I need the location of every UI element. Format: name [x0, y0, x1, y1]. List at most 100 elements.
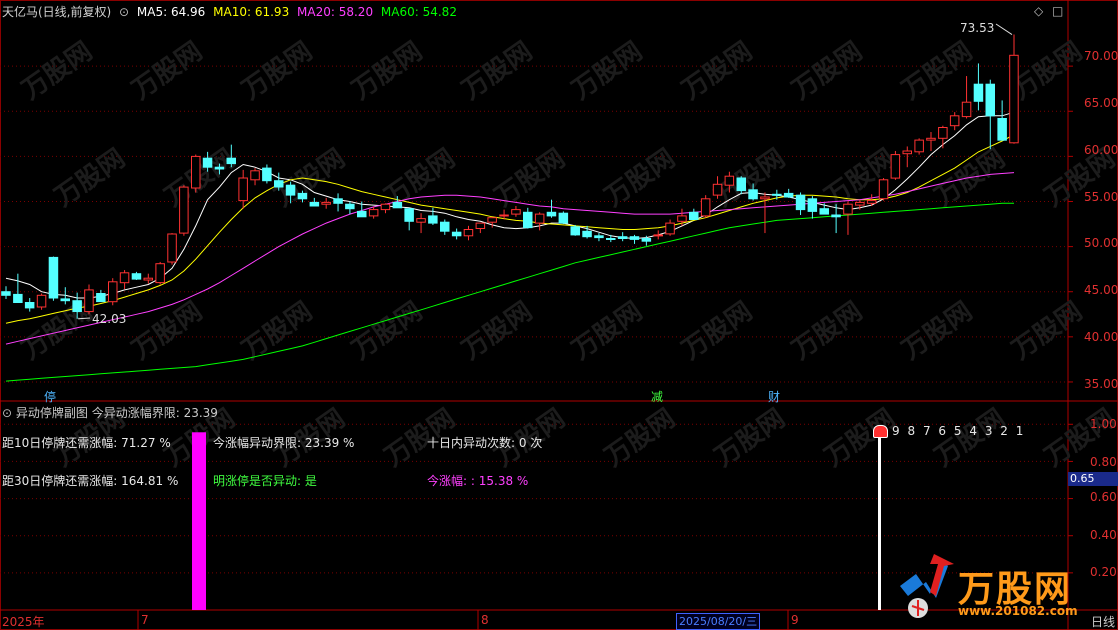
watermark-text: 万股网: [50, 143, 131, 212]
high-price-label: 73.53: [960, 21, 995, 35]
candle-body: [84, 289, 94, 313]
countdown-num: 6: [938, 424, 949, 438]
candle-body: [558, 212, 569, 224]
candle-body: [321, 201, 331, 205]
watermark-text: 万股网: [1007, 296, 1088, 365]
diamond-icon[interactable]: ◇: [1034, 4, 1043, 18]
candle-body: [250, 170, 260, 181]
candle-body: [72, 300, 82, 313]
watermark-text: 万股网: [677, 296, 758, 365]
kline-chart-canvas[interactable]: 万股网 万股网 万股网 万股网 万股网 万股网 万股网 万股网 万股网 万股网万股网 万股网 万股网万…: [0, 0, 1118, 630]
candle-body: [689, 211, 699, 221]
candle-body: [534, 213, 545, 224]
price-tick: 45.00: [1084, 283, 1118, 297]
countdown-num: 9: [892, 424, 902, 438]
watermark-text: 万股网: [787, 36, 868, 105]
stock-title[interactable]: 天亿马(日线,前复权): [2, 5, 111, 19]
candle-body: [772, 193, 782, 196]
square-icon[interactable]: □: [1052, 4, 1063, 18]
watermark-text: 万股网: [897, 36, 978, 105]
price-tick: 60.00: [1084, 143, 1118, 157]
candle-body: [724, 175, 735, 186]
candle-body: [179, 186, 189, 234]
countdown-num: 8: [907, 424, 918, 438]
watermark-text: 万股网: [127, 36, 208, 105]
candle-body: [582, 230, 592, 238]
candle-body: [938, 127, 948, 139]
candle-body: [629, 236, 640, 240]
candle-body: [570, 226, 580, 236]
candle-body: [760, 196, 770, 200]
candle-body: [392, 201, 403, 209]
dist10-row: 距10日停牌还需涨幅: 71.27 %: [2, 434, 171, 451]
candle-body: [700, 198, 711, 217]
candle-body: [428, 215, 438, 224]
candle-body: [48, 256, 59, 299]
candle-body: [191, 155, 201, 189]
countdown-row: 9 8 7 6 5 4 3 2 1: [892, 424, 1025, 438]
candle-body: [926, 137, 936, 141]
settings-icon[interactable]: ⊙: [119, 5, 129, 19]
candle-body: [997, 118, 1007, 141]
candle-body: [866, 200, 877, 204]
reduce-tag[interactable]: 减: [651, 388, 663, 405]
candle-body: [143, 277, 153, 281]
candle-body: [297, 192, 308, 200]
watermark-text: 万股网: [677, 36, 758, 105]
limit-value: 23.39 %: [304, 436, 355, 450]
price-tick: 55.00: [1084, 190, 1118, 204]
candle-body: [677, 215, 687, 222]
main-legend: 天亿马(日线,前复权) ⊙ MA5: 64.96 MA10: 61.93 MA2…: [2, 3, 461, 20]
countdown-num: 1: [1015, 424, 1026, 438]
watermark-text: 万股网: [1007, 36, 1088, 105]
count-value: 0 次: [518, 436, 543, 450]
indicator-tick: 1.00: [1090, 417, 1117, 431]
candle-body: [748, 189, 758, 200]
watermark-text: 万股网: [237, 36, 318, 105]
countdown-num: 5: [953, 424, 964, 438]
candle-body: [345, 203, 355, 210]
candle-body: [333, 198, 343, 204]
candle-body: [131, 273, 142, 280]
high-arrow: [995, 23, 1013, 35]
candle-body: [961, 101, 972, 118]
candle-body: [167, 233, 177, 263]
date-month-8: 8: [481, 613, 489, 627]
cursor-date: 2025/08/20/三: [676, 613, 761, 630]
suspend-tag[interactable]: 停: [44, 388, 56, 405]
finance-tag[interactable]: 财: [768, 388, 780, 405]
candle-body: [285, 184, 296, 196]
price-tick: 35.00: [1084, 377, 1118, 391]
count-row: 十日内异动次数: 0 次: [427, 434, 542, 451]
watermark-text: 万股网: [710, 143, 791, 212]
alert-icon: [873, 425, 888, 438]
candle-body: [1, 291, 11, 296]
dist30-label: 距30日停牌还需涨幅:: [2, 474, 118, 488]
current-value-badge: 0.65: [1068, 472, 1118, 486]
candle-body: [155, 263, 165, 284]
candle-body: [36, 294, 47, 308]
candle-body: [783, 192, 794, 198]
watermark-text: 万股网: [457, 296, 538, 365]
ma10-label: MA10: 61.93: [213, 5, 290, 19]
candle-body: [119, 272, 130, 284]
ma5-label: MA5: 64.96: [136, 5, 206, 19]
sub-settings-icon[interactable]: ⊙: [2, 406, 12, 420]
logo-url: www.201082.com: [958, 604, 1078, 618]
sub-panel-title[interactable]: 异动停牌副图: [16, 406, 88, 420]
brand-logo: 万股网 www.201082.com: [896, 552, 1096, 624]
indicator-magenta-bar: [192, 432, 206, 610]
watermark-text: 万股网: [710, 403, 791, 472]
count-label: 十日内异动次数:: [427, 436, 516, 450]
candle-body: [238, 177, 248, 202]
countdown-num: 3: [984, 424, 995, 438]
candle-body: [617, 236, 628, 239]
candle-body: [274, 180, 284, 188]
dist10-value: 71.27 %: [121, 436, 171, 450]
limit-label: 今涨幅异动界限:: [213, 436, 302, 450]
countdown-num: 4: [969, 424, 979, 438]
candle-body: [902, 150, 912, 155]
indicator-tick: 0.40: [1090, 528, 1117, 542]
price-tick: 50.00: [1084, 236, 1118, 250]
candle-body: [226, 157, 236, 165]
